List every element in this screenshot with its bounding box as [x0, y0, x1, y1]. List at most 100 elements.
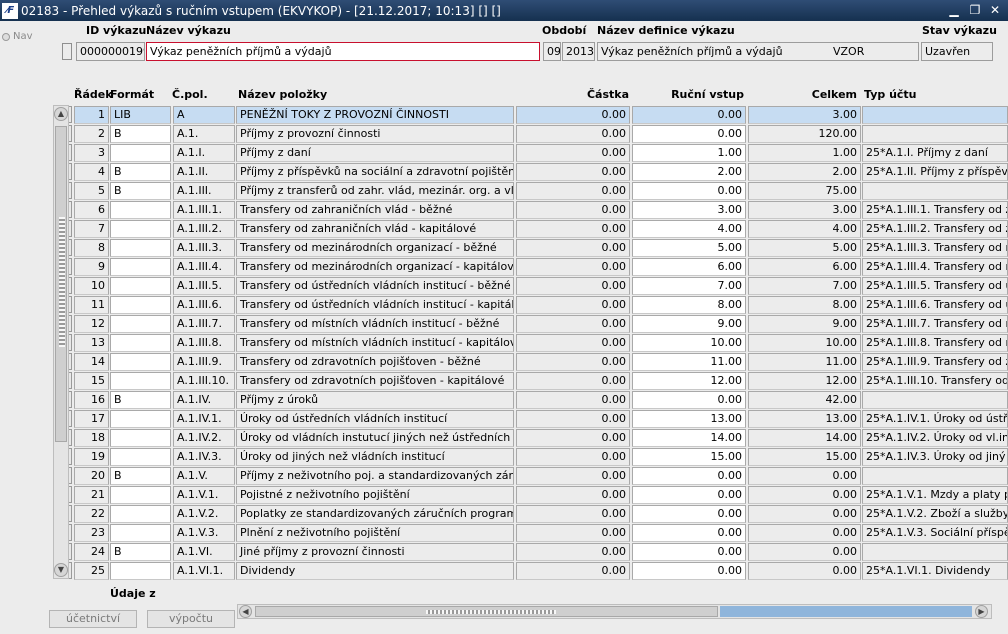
cell-item-name[interactable]: Dividendy	[236, 562, 514, 580]
cell-format[interactable]: B	[110, 125, 171, 143]
cell-format[interactable]: B	[110, 163, 171, 181]
cell-manual-input[interactable]: 5.00	[632, 239, 746, 257]
cell-item-name[interactable]: Příjmy z daní	[236, 144, 514, 162]
cell-item-no[interactable]: A.1.III.	[173, 182, 235, 200]
table-row[interactable]: 13 A.1.III.8. Transfery od místních vládní…	[0, 333, 1008, 352]
cell-format[interactable]	[110, 448, 171, 466]
cell-item-name[interactable]: Příjmy z provozní činnosti	[236, 125, 514, 143]
cell-format[interactable]	[110, 334, 171, 352]
cell-item-name[interactable]: Jiné příjmy z provozní činnosti	[236, 543, 514, 561]
cell-amount[interactable]: 0.00	[516, 315, 630, 333]
cell-format[interactable]	[110, 144, 171, 162]
cell-row-number[interactable]: 9	[74, 258, 109, 276]
cell-amount[interactable]: 0.00	[516, 144, 630, 162]
cell-account-type[interactable]: 25*A.1.II. Příjmy z příspěvků	[862, 163, 1008, 181]
cell-account-type[interactable]: 25*A.1.IV.3. Úroky od jiný	[862, 448, 1008, 466]
maximize-icon[interactable]: ❐	[967, 0, 983, 21]
cell-manual-input[interactable]: 10.00	[632, 334, 746, 352]
header-row-indicator[interactable]	[62, 43, 72, 60]
cell-account-type[interactable]: 25*A.1.V.2. Zboží a služby	[862, 505, 1008, 523]
cell-amount[interactable]: 0.00	[516, 524, 630, 542]
cell-row-number[interactable]: 13	[74, 334, 109, 352]
cell-account-type[interactable]: 25*A.1.III.7. Transfery od m	[862, 315, 1008, 333]
cell-account-type[interactable]: 25*A.1.III.9. Transfery od z	[862, 353, 1008, 371]
cell-amount[interactable]: 0.00	[516, 334, 630, 352]
cell-manual-input[interactable]: 7.00	[632, 277, 746, 295]
cell-total[interactable]: 10.00	[748, 334, 861, 352]
cell-item-no[interactable]: A.1.III.4.	[173, 258, 235, 276]
cell-item-no[interactable]: A.1.IV.	[173, 391, 235, 409]
cell-amount[interactable]: 0.00	[516, 410, 630, 428]
cell-row-number[interactable]: 19	[74, 448, 109, 466]
close-icon[interactable]: ✕	[987, 0, 1003, 21]
cell-item-name[interactable]: Transfery od zahraničních vlád - běžné	[236, 201, 514, 219]
cell-format[interactable]	[110, 315, 171, 333]
cell-item-name[interactable]: Transfery od zahraničních vlád - kapitál…	[236, 220, 514, 238]
report-name-field[interactable]: Výkaz peněžních příjmů a výdajů	[146, 42, 540, 61]
minimize-icon[interactable]: ▁	[946, 0, 962, 21]
table-row[interactable]: 19 A.1.IV.3. Úroky od jiných než vládních …	[0, 447, 1008, 466]
table-row[interactable]: 3 A.1.I. Příjmy z daní 0.00 1.00 1.00 25*A.1.I…	[0, 143, 1008, 162]
cell-amount[interactable]: 0.00	[516, 163, 630, 181]
cell-manual-input[interactable]: 11.00	[632, 353, 746, 371]
cell-item-no[interactable]: A.1.III.5.	[173, 277, 235, 295]
cell-row-number[interactable]: 6	[74, 201, 109, 219]
cell-total[interactable]: 5.00	[748, 239, 861, 257]
cell-amount[interactable]: 0.00	[516, 201, 630, 219]
calculation-button[interactable]: výpočtu	[147, 610, 235, 628]
cell-item-name[interactable]: Příjmy z příspěvků na sociální a zdravot…	[236, 163, 514, 181]
cell-manual-input[interactable]: 9.00	[632, 315, 746, 333]
cell-manual-input[interactable]: 13.00	[632, 410, 746, 428]
cell-item-no[interactable]: A.1.V.2.	[173, 505, 235, 523]
cell-account-type[interactable]: 25*A.1.I. Příjmy z daní	[862, 144, 1008, 162]
cell-item-name[interactable]: Úroky od vládních instutucí jiných než ú…	[236, 429, 514, 447]
vertical-scrollbar[interactable]: ▲ ▼	[53, 105, 69, 579]
cell-item-no[interactable]: A.1.IV.2.	[173, 429, 235, 447]
cell-account-type[interactable]	[862, 391, 1008, 409]
cell-manual-input[interactable]: 0.00	[632, 562, 746, 580]
cell-item-no[interactable]: A	[173, 106, 235, 124]
cell-amount[interactable]: 0.00	[516, 467, 630, 485]
cell-item-name[interactable]: Transfery od ústředních vládních institu…	[236, 277, 514, 295]
cell-item-name[interactable]: Transfery od mezinárodních organizací - …	[236, 239, 514, 257]
cell-format[interactable]	[110, 296, 171, 314]
table-row[interactable]: 2 B A.1. Příjmy z provozní činnosti 0.00 0.00…	[0, 124, 1008, 143]
table-row[interactable]: 12 A.1.III.7. Transfery od místních vládní…	[0, 314, 1008, 333]
scroll-right-icon[interactable]: ▶	[975, 605, 988, 618]
cell-total[interactable]: 6.00	[748, 258, 861, 276]
cell-item-name[interactable]: Plnění z neživotního pojištění	[236, 524, 514, 542]
definition-field[interactable]: Výkaz peněžních příjmů a výdajů VZOR	[597, 42, 919, 61]
cell-account-type[interactable]: 25*A.1.III.8. Transfery od m	[862, 334, 1008, 352]
cell-item-no[interactable]: A.1.VI.	[173, 543, 235, 561]
table-row[interactable]: 5 B A.1.III. Příjmy z transferů od zahr. vl…	[0, 181, 1008, 200]
cell-manual-input[interactable]: 3.00	[632, 201, 746, 219]
cell-format[interactable]	[110, 410, 171, 428]
cell-item-no[interactable]: A.1.III.8.	[173, 334, 235, 352]
cell-format[interactable]	[110, 429, 171, 447]
cell-item-name[interactable]: Transfery od zdravotních pojišťoven - ka…	[236, 372, 514, 390]
cell-account-type[interactable]	[862, 125, 1008, 143]
cell-format[interactable]: LIB	[110, 106, 171, 124]
cell-format[interactable]: B	[110, 391, 171, 409]
table-row[interactable]: 11 A.1.III.6. Transfery od ústředních vlád…	[0, 295, 1008, 314]
cell-row-number[interactable]: 17	[74, 410, 109, 428]
cell-manual-input[interactable]: 0.00	[632, 467, 746, 485]
table-row[interactable]: 23 A.1.V.3. Plnění z neživotního pojištění…	[0, 523, 1008, 542]
cell-format[interactable]	[110, 372, 171, 390]
cell-amount[interactable]: 0.00	[516, 448, 630, 466]
cell-item-name[interactable]: Úroky od jiných než vládních institucí	[236, 448, 514, 466]
cell-item-name[interactable]: Pojistné z neživotního pojištění	[236, 486, 514, 504]
table-row[interactable]: 4 B A.1.II. Příjmy z příspěvků na sociální …	[0, 162, 1008, 181]
cell-format[interactable]: B	[110, 467, 171, 485]
cell-item-no[interactable]: A.1.III.2.	[173, 220, 235, 238]
cell-amount[interactable]: 0.00	[516, 239, 630, 257]
cell-total[interactable]: 1.00	[748, 144, 861, 162]
cell-amount[interactable]: 0.00	[516, 391, 630, 409]
cell-total[interactable]: 4.00	[748, 220, 861, 238]
cell-row-number[interactable]: 2	[74, 125, 109, 143]
cell-format[interactable]	[110, 277, 171, 295]
cell-total[interactable]: 14.00	[748, 429, 861, 447]
cell-total[interactable]: 3.00	[748, 106, 861, 124]
cell-item-no[interactable]: A.1.III.7.	[173, 315, 235, 333]
cell-row-number[interactable]: 25	[74, 562, 109, 580]
